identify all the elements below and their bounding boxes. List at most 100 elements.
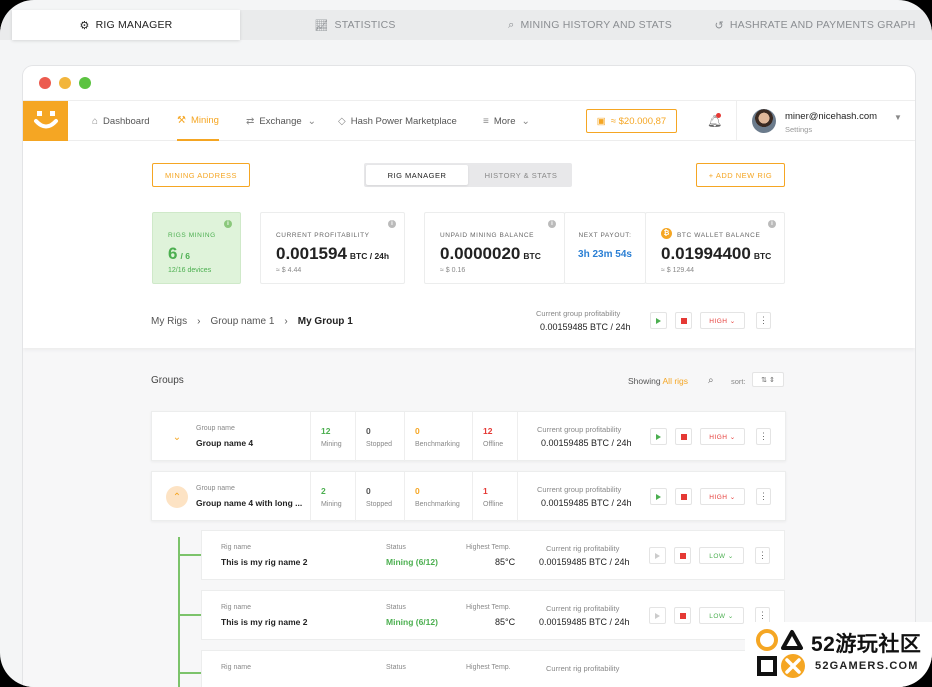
breadcrumb-group-name[interactable]: Group name 1: [210, 316, 274, 327]
info-icon[interactable]: i: [768, 220, 776, 228]
play-icon: [656, 433, 661, 440]
start-button[interactable]: [650, 312, 667, 329]
play-icon: [656, 317, 661, 324]
chevron-down-icon: ⌄: [307, 115, 317, 127]
stop-button[interactable]: [674, 547, 691, 564]
column-divider: [310, 412, 311, 462]
wallet-balance-card: i ₿ BTC WALLET BALANCE 0.01994400 BTC ≈ $…: [645, 212, 785, 284]
site-watermark: 52游玩社区 52GAMERS.COM: [745, 622, 932, 687]
sort-select[interactable]: ⇅ ⇕: [752, 372, 784, 387]
play-icon: [655, 612, 660, 619]
group-name: Group name 4: [196, 438, 254, 448]
play-icon: [655, 552, 660, 559]
stop-button[interactable]: [675, 428, 692, 445]
column-divider: [517, 412, 518, 462]
rig-profitability: 0.00159485 BTC / 24h: [539, 617, 630, 627]
close-window-button[interactable]: [39, 77, 51, 89]
top-tab-bar: ⚙ RIG MANAGER 📈︎ STATISTICS ⌕ MINING HIS…: [0, 10, 932, 40]
nav-hash-power-marketplace[interactable]: ◇ Hash Power Marketplace: [338, 101, 457, 141]
power-mode-select[interactable]: HIGH ⌄: [700, 428, 745, 445]
power-mode-select[interactable]: HIGH ⌄: [700, 488, 745, 505]
balance-button[interactable]: ▣ ≈ $20.000,87: [586, 109, 677, 133]
chevron-down-icon[interactable]: ⌄: [166, 426, 188, 448]
chart-icon: 📈︎: [314, 19, 329, 32]
tab-statistics[interactable]: 📈︎ STATISTICS: [250, 10, 460, 40]
stopped-count: 0: [366, 426, 371, 436]
group-row[interactable]: ⌄ Group name Group name 4 12 Mining 0 St…: [151, 411, 786, 462]
gear-icon: ⚙: [79, 19, 90, 32]
search-icon[interactable]: ⌕: [708, 375, 714, 386]
start-button[interactable]: [650, 488, 667, 505]
start-button[interactable]: [649, 547, 666, 564]
avatar[interactable]: [752, 109, 776, 133]
seg-rig-manager[interactable]: RIG MANAGER: [366, 165, 468, 185]
stop-button[interactable]: [675, 312, 692, 329]
smile-logo-icon: [33, 111, 58, 129]
rig-row[interactable]: Rig name Status Highest Temp. Current ri…: [201, 650, 785, 687]
stopped-count: 0: [366, 486, 371, 496]
mining-address-button[interactable]: MINING ADDRESS: [152, 163, 250, 187]
chevron-right-icon: ›: [197, 316, 201, 327]
group-profitability: 0.00159485 BTC / 24h: [541, 498, 632, 508]
user-settings-link[interactable]: Settings: [785, 125, 812, 134]
mining-count: 12: [321, 426, 331, 436]
showing-filter[interactable]: Showing All rigs: [628, 376, 688, 386]
tree-branch: [178, 614, 202, 616]
stop-button[interactable]: [674, 607, 691, 624]
screenshot-frame: ⚙ RIG MANAGER 📈︎ STATISTICS ⌕ MINING HIS…: [0, 0, 932, 687]
rig-temperature: 85°C: [495, 617, 516, 627]
start-button[interactable]: [649, 607, 666, 624]
more-options-icon[interactable]: ⋮: [756, 428, 771, 445]
search-icon: ⌕: [508, 18, 515, 31]
info-icon[interactable]: i: [548, 220, 556, 228]
info-icon[interactable]: i: [224, 220, 232, 228]
groups-title: Groups: [151, 375, 184, 386]
group-name: Group name 4 with long ...: [196, 498, 303, 508]
stop-button[interactable]: [675, 488, 692, 505]
tag-icon: ◇: [338, 115, 346, 127]
rig-row[interactable]: Rig name This is my rig name 2 Status Mi…: [201, 530, 785, 580]
tab-rig-manager[interactable]: ⚙ RIG MANAGER: [12, 10, 240, 40]
nav-dashboard[interactable]: ⌂ Dashboard: [92, 101, 150, 141]
chevron-up-icon[interactable]: ⌃: [166, 486, 188, 508]
rig-status: Mining (6/12): [386, 617, 438, 627]
seg-history-stats[interactable]: HISTORY & STATS: [470, 163, 572, 187]
info-icon[interactable]: i: [388, 220, 396, 228]
caret-down-icon[interactable]: ▼: [894, 113, 902, 122]
more-options-icon[interactable]: ⋮: [755, 547, 770, 564]
stop-icon: [680, 317, 687, 324]
main-nav: ⌂ Dashboard ⚒ Mining ⇄ Exchange ⌄ ◇ Hash…: [23, 100, 915, 141]
column-divider: [517, 472, 518, 522]
maximize-window-button[interactable]: [79, 77, 91, 89]
nav-mining[interactable]: ⚒ Mining: [177, 101, 219, 141]
nicehash-logo[interactable]: [23, 101, 68, 141]
add-new-rig-button[interactable]: + ADD NEW RIG: [696, 163, 785, 187]
summary-panel: MINING ADDRESS RIG MANAGER HISTORY & STA…: [23, 141, 915, 348]
nav-exchange[interactable]: ⇄ Exchange ⌄: [246, 101, 316, 141]
profitability-card: i CURRENT PROFITABILITY 0.001594 BTC / 24…: [260, 212, 405, 284]
wallet-icon: ▣: [596, 115, 606, 127]
power-mode-select[interactable]: LOW ⌄: [699, 547, 744, 564]
power-mode-select[interactable]: HIGH ⌄: [700, 312, 745, 329]
group-row[interactable]: ⌃ Group name Group name 4 with long ... …: [151, 471, 786, 522]
more-options-icon[interactable]: ⋮: [756, 488, 771, 505]
start-button[interactable]: [650, 428, 667, 445]
minimize-window-button[interactable]: [59, 77, 71, 89]
breadcrumb-my-rigs[interactable]: My Rigs: [151, 316, 187, 327]
tree-branch: [178, 554, 202, 556]
nav-more[interactable]: ≡ More ⌄: [483, 101, 530, 141]
rig-status: Mining (6/12): [386, 557, 438, 567]
breadcrumb-current: My Group 1: [297, 316, 353, 327]
offline-count: 1: [483, 486, 488, 496]
tree-connector: [178, 537, 180, 687]
more-options-icon[interactable]: ⋮: [756, 312, 771, 329]
tab-hashrate-graph[interactable]: ↺ HASHRATE AND PAYMENTS GRAPH: [710, 10, 920, 40]
chevron-down-icon: ⌄: [521, 115, 530, 127]
tab-mining-history[interactable]: ⌕ MINING HISTORY AND STATS: [480, 10, 700, 40]
rigs-mining-card: i RIGS MINING 6/ 6 12/16 devices: [152, 212, 241, 284]
stop-icon: [679, 612, 686, 619]
rig-row[interactable]: Rig name This is my rig name 2 Status Mi…: [201, 590, 785, 640]
window-titlebar: [23, 66, 915, 100]
power-mode-select[interactable]: LOW ⌄: [699, 607, 744, 624]
user-email[interactable]: miner@nicehash.com: [785, 111, 877, 122]
